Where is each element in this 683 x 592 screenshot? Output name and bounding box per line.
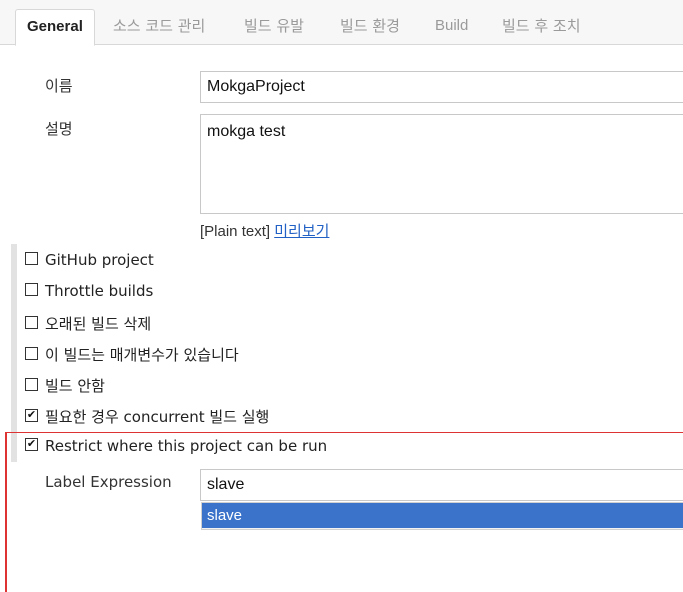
name-input[interactable]	[200, 71, 683, 103]
options-sidebar-bar	[11, 244, 17, 462]
description-format-note: [Plain text] 미리보기	[200, 220, 329, 241]
name-label: 이름	[45, 77, 73, 95]
concurrent-builds-checkbox[interactable]	[25, 409, 38, 422]
discard-old-builds-checkbox[interactable]	[25, 316, 38, 329]
option-concurrent-builds[interactable]: 필요한 경우 concurrent 빌드 실행	[25, 406, 269, 427]
option-label: Restrict where this project can be run	[45, 437, 328, 455]
option-restrict-where-run[interactable]: Restrict where this project can be run	[25, 437, 327, 455]
autocomplete-suggestion[interactable]: slave	[202, 503, 683, 528]
description-label: 설명	[45, 120, 73, 138]
tab-build[interactable]: Build	[435, 8, 468, 44]
restrict-where-run-checkbox[interactable]	[25, 438, 38, 451]
preview-link[interactable]: 미리보기	[274, 223, 329, 240]
option-label: 필요한 경우 concurrent 빌드 실행	[45, 408, 270, 426]
tab-build-environment[interactable]: 빌드 환경	[340, 8, 400, 44]
description-textarea[interactable]: mokga test	[200, 114, 683, 214]
option-label: 빌드 안함	[45, 377, 105, 395]
tab-build-triggers[interactable]: 빌드 유발	[244, 8, 304, 44]
option-parameterized[interactable]: 이 빌드는 매개변수가 있습니다	[25, 344, 239, 365]
parameterized-checkbox[interactable]	[25, 347, 38, 360]
option-label: Throttle builds	[45, 282, 154, 300]
option-label: 오래된 빌드 삭제	[45, 315, 152, 333]
option-label: 이 빌드는 매개변수가 있습니다	[45, 346, 239, 364]
option-discard-old-builds[interactable]: 오래된 빌드 삭제	[25, 313, 151, 334]
option-label: GitHub project	[45, 251, 154, 269]
disable-build-checkbox[interactable]	[25, 378, 38, 391]
plain-text-label: [Plain text]	[200, 223, 271, 240]
option-throttle-builds[interactable]: Throttle builds	[25, 282, 153, 300]
tab-general[interactable]: General	[15, 9, 95, 46]
tab-post-build-actions[interactable]: 빌드 후 조치	[502, 8, 581, 44]
throttle-builds-checkbox[interactable]	[25, 283, 38, 296]
option-disable-build[interactable]: 빌드 안함	[25, 375, 105, 396]
option-github-project[interactable]: GitHub project	[25, 251, 154, 269]
autocomplete-dropdown: slave	[201, 502, 683, 530]
label-expression-label: Label Expression	[45, 473, 172, 491]
github-project-checkbox[interactable]	[25, 252, 38, 265]
tab-bar: General 소스 코드 관리 빌드 유발 빌드 환경 Build 빌드 후 …	[0, 0, 683, 46]
tab-source-code-management[interactable]: 소스 코드 관리	[113, 8, 205, 44]
label-expression-input[interactable]	[200, 469, 683, 501]
